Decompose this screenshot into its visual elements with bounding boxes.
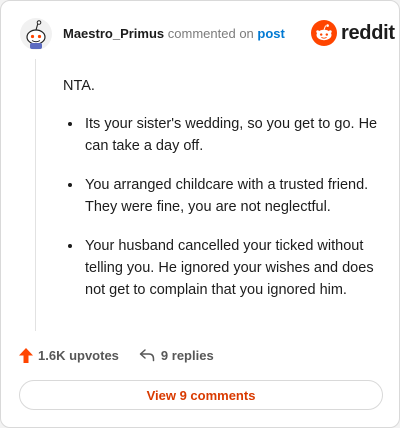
thread-line <box>35 59 36 331</box>
reddit-wordmark: reddit <box>341 21 395 44</box>
username[interactable]: Maestro_Primus <box>63 26 164 41</box>
reply-arrow-icon <box>139 349 155 362</box>
reddit-logo[interactable]: reddit <box>311 19 395 47</box>
upvote-count: 1.6K upvotes <box>38 347 119 363</box>
comment-actions: 1.6K upvotes 9 replies <box>19 345 214 365</box>
comment-header: Maestro_Primus commented on post <box>63 26 285 41</box>
reddit-alien-icon <box>311 20 337 46</box>
comment-intro: NTA. <box>63 78 95 94</box>
upvote-button[interactable]: 1.6K upvotes <box>19 347 119 363</box>
replies-button[interactable]: 9 replies <box>139 348 214 363</box>
replies-count: 9 replies <box>160 347 214 363</box>
upvote-arrow-icon <box>19 347 33 363</box>
comment-body: NTA. Its your sister's wedding, so you g… <box>63 67 381 318</box>
list-item: Your husband cancelled your ticked witho… <box>83 235 381 301</box>
comment-card: Maestro_Primus commented on post reddit … <box>0 0 400 428</box>
comment-bullet-list: Its your sister's wedding, so you get to… <box>63 113 381 301</box>
list-item: You arranged childcare with a trusted fr… <box>83 174 381 218</box>
view-comments-button[interactable]: View 9 comments <box>19 380 383 410</box>
user-avatar-icon[interactable] <box>19 17 53 51</box>
list-item: Its your sister's wedding, so you get to… <box>83 113 381 157</box>
action-text: commented on <box>167 26 254 41</box>
post-link[interactable]: post <box>257 26 284 41</box>
